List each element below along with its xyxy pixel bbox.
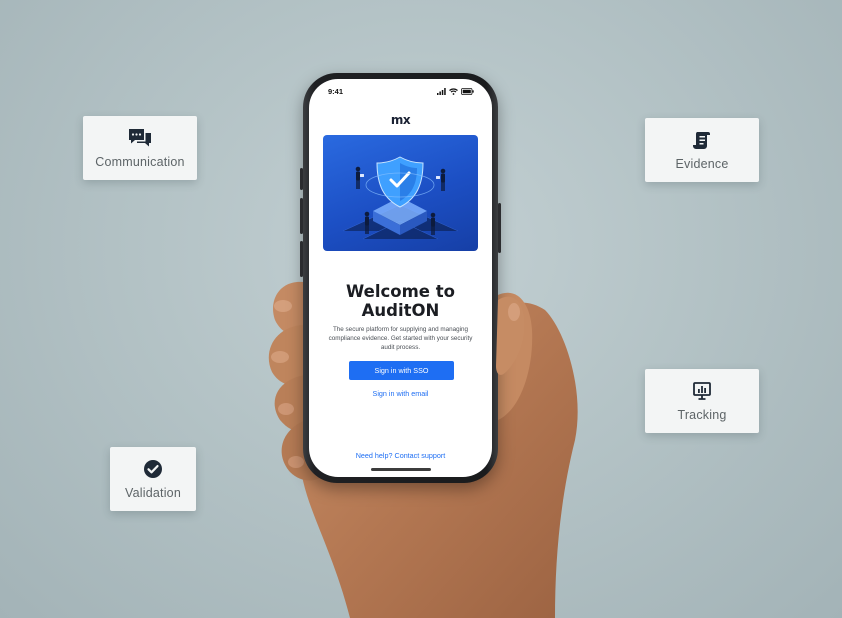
- tracking-card: Tracking: [645, 369, 759, 433]
- phone-power-button: [498, 203, 501, 253]
- communication-card: Communication: [83, 116, 197, 180]
- intro-line3: audit process.: [380, 344, 421, 352]
- intro-text: The secure platform for supplying and ma…: [322, 325, 479, 353]
- wifi-icon: [449, 88, 458, 95]
- communication-label: Communication: [95, 154, 185, 169]
- home-indicator: [371, 468, 431, 471]
- help-prefix: Need help?: [355, 451, 395, 460]
- scroll-document-icon: [693, 131, 710, 149]
- intro-line2: compliance evidence. Get started with yo…: [328, 335, 473, 343]
- validation-label: Validation: [125, 485, 181, 500]
- check-circle-icon: [144, 459, 162, 478]
- phone-device: 9:41 mx Welcome to AuditON The secure pl…: [300, 73, 501, 483]
- phone-side-button: [300, 168, 303, 190]
- chat-bubbles-icon: [129, 128, 151, 146]
- help-row: Need help? Contact support: [309, 451, 492, 460]
- intro-line1: The secure platform for supplying and ma…: [332, 326, 469, 333]
- sign-in-email-link[interactable]: Sign in with email: [309, 389, 492, 398]
- mx-logo: mx: [390, 113, 411, 127]
- shield-check-illustration: [342, 156, 459, 240]
- phone-volume-down-button: [300, 241, 303, 277]
- status-icons: [437, 88, 474, 95]
- phone-screen: 9:41 mx Welcome to AuditON The secure pl…: [309, 79, 492, 477]
- welcome-title: Welcome to AuditON: [309, 282, 492, 320]
- contact-support-link[interactable]: Contact support: [395, 451, 446, 460]
- battery-icon: [461, 88, 474, 95]
- signal-icon: [437, 88, 446, 95]
- welcome-title-line1: Welcome to: [346, 282, 455, 301]
- evidence-label: Evidence: [675, 156, 729, 171]
- tracking-label: Tracking: [677, 407, 727, 422]
- welcome-title-line2: AuditON: [361, 301, 440, 320]
- hero-illustration: [323, 135, 478, 251]
- phone-volume-up-button: [300, 198, 303, 234]
- presentation-chart-icon: [693, 381, 711, 400]
- status-time: 9:41: [328, 87, 344, 96]
- status-bar: 9:41: [309, 79, 492, 101]
- evidence-card: Evidence: [645, 118, 759, 182]
- validation-card: Validation: [110, 447, 196, 511]
- sign-in-sso-button[interactable]: Sign in with SSO: [349, 361, 454, 380]
